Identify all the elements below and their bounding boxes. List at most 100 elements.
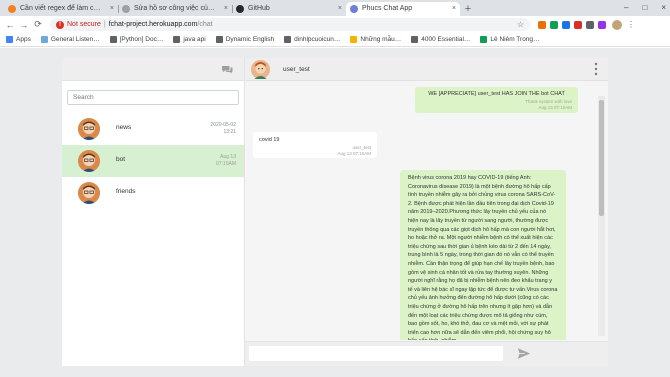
bookmark-item[interactable]: Dynamic English	[215, 36, 274, 43]
bookmark-label: Lê Niêm Trong…	[490, 36, 540, 43]
contact-time: 13:21	[223, 129, 236, 135]
extension-icon[interactable]	[550, 20, 558, 29]
message-bubble-outgoing: Bệnh virus corona 2019 hay COVID-19 (tiế…	[400, 170, 566, 340]
message-scrollbar[interactable]	[598, 96, 605, 336]
bookmark-favicon-icon	[109, 36, 117, 43]
not-secure-warning-icon: !	[56, 20, 64, 29]
page-viewport: news 2020-05-02 13:21 bot Aug 13 07:10AM	[0, 48, 670, 377]
extension-icon[interactable]	[562, 20, 570, 29]
bookmark-favicon-icon	[40, 36, 48, 43]
contact-item-bot[interactable]: bot Aug 13 07:10AM	[62, 145, 244, 177]
browser-tab[interactable]: Sửa hồ sơ công việc của… ×	[118, 2, 232, 16]
contact-timestamp: Aug 13 07:10AM	[216, 154, 236, 168]
conversation-sidebar: news 2020-05-02 13:21 bot Aug 13 07:10AM	[62, 58, 245, 366]
security-label: Not secure	[67, 21, 101, 28]
close-tab-icon[interactable]: ×	[338, 2, 342, 16]
contact-time: 07:10AM	[215, 161, 236, 167]
sidebar-header	[62, 58, 244, 81]
bookmarks-bar: Apps General Listen… [Python] Doc… java …	[0, 33, 670, 47]
avatar	[78, 118, 100, 140]
bookmark-item[interactable]: [Python] Doc…	[109, 36, 164, 43]
extension-icon[interactable]	[586, 20, 594, 29]
bookmark-favicon-icon	[215, 36, 223, 43]
extension-icon[interactable]	[538, 20, 546, 29]
browser-tab-strip: Cần viết regex để làm c… × Sửa hồ sơ côn…	[0, 0, 670, 16]
window-controls: – □ ×	[624, 0, 666, 16]
send-icon[interactable]	[517, 347, 531, 360]
forward-icon[interactable]: →	[18, 20, 30, 30]
browser-tab-active[interactable]: Phucs Chat App ×	[346, 2, 460, 16]
bookmark-favicon-icon	[173, 36, 181, 43]
bookmark-item[interactable]: General Listen…	[40, 36, 100, 43]
bookmark-label: Apps	[16, 36, 31, 43]
back-icon[interactable]: ←	[4, 20, 16, 30]
bookmark-item[interactable]: dinhlpcuoicun…	[284, 36, 340, 43]
avatar	[78, 182, 100, 204]
chat-bubbles-icon[interactable]	[222, 65, 233, 74]
contact-date: 2020-05-02	[210, 122, 236, 128]
contact-name: friends	[116, 188, 136, 195]
bookmark-favicon-icon	[480, 36, 488, 43]
contact-timestamp: 2020-05-02 13:21	[210, 122, 236, 136]
tab-title: Sửa hồ sơ công việc của…	[134, 5, 218, 12]
message-text: covid 19	[259, 137, 280, 143]
bookmark-favicon-icon	[350, 36, 358, 43]
bookmark-favicon-icon	[284, 36, 292, 43]
tab-title: GitHub	[248, 5, 270, 12]
new-tab-button[interactable]: +	[460, 2, 476, 16]
contact-item-news[interactable]: news 2020-05-02 13:21	[62, 113, 244, 145]
avatar	[78, 150, 100, 172]
message-bubble-incoming: covid 19 user_test Aug 13 07:10AM	[253, 132, 377, 158]
address-bar[interactable]: ! Not secure | fchat-project.herokuapp.c…	[50, 18, 530, 31]
browser-menu-icon[interactable]: ⋮	[627, 20, 635, 29]
user-avatar[interactable]	[251, 60, 270, 79]
chat-panel: user_test WE [APPRECIATE] user_test HAS …	[245, 58, 608, 366]
bookmark-favicon-icon	[411, 36, 419, 43]
stackoverflow-favicon-icon	[8, 5, 16, 13]
bookmark-item[interactable]: Lê Niêm Trong…	[480, 36, 540, 43]
apps-grid-icon	[6, 36, 13, 43]
contact-item-friends[interactable]: friends	[62, 177, 244, 209]
tab-title: Phucs Chat App	[362, 5, 413, 12]
message-time: Aug 13 07:10AM	[337, 150, 371, 156]
reload-icon[interactable]: ⟳	[32, 19, 44, 30]
scrollbar-thumb[interactable]	[599, 100, 604, 216]
close-tab-icon[interactable]: ×	[452, 2, 456, 16]
github-favicon-icon	[236, 5, 244, 13]
browser-tab[interactable]: Cần viết regex để làm c… ×	[4, 2, 118, 16]
extension-icons	[538, 20, 606, 29]
contact-list: news 2020-05-02 13:21 bot Aug 13 07:10AM	[62, 113, 244, 209]
browser-tab[interactable]: GitHub ×	[232, 2, 346, 16]
extension-icon[interactable]	[574, 20, 582, 29]
bookmark-label: java api	[183, 36, 206, 43]
bookmark-item[interactable]: java api	[173, 36, 206, 43]
compose-bar	[245, 341, 608, 366]
maximize-icon[interactable]: □	[642, 0, 647, 16]
contact-date: Aug 13	[220, 154, 236, 160]
browser-toolbar: ← → ⟳ ! Not secure | fchat-project.herok…	[0, 16, 670, 33]
bookmark-star-icon[interactable]: ☆	[517, 20, 524, 29]
bookmark-label: General Listen…	[50, 36, 100, 43]
globe-favicon-icon	[350, 5, 358, 13]
chat-user-name: user_test	[283, 66, 310, 73]
more-options-icon[interactable]	[594, 62, 598, 76]
bookmark-label: [Python] Doc…	[119, 36, 164, 43]
bookmark-item[interactable]: Apps	[6, 36, 31, 43]
bookmark-label: 4000 Essential…	[421, 36, 471, 43]
address-separator: |	[103, 21, 106, 28]
bookmark-label: Những mẫu…	[360, 36, 402, 43]
minimize-icon[interactable]: –	[624, 0, 628, 16]
bookmark-item[interactable]: 4000 Essential…	[411, 36, 470, 43]
close-window-icon[interactable]: ×	[661, 0, 666, 16]
profile-avatar[interactable]	[612, 19, 622, 30]
extension-icon[interactable]	[598, 20, 606, 29]
close-tab-icon[interactable]: ×	[224, 2, 228, 16]
page-favicon-icon	[122, 5, 130, 13]
close-tab-icon[interactable]: ×	[110, 2, 114, 16]
message-bubble-outgoing: WE [APPRECIATE] user_test HAS JOIN THE b…	[415, 87, 578, 113]
search-input[interactable]	[67, 90, 239, 105]
message-input[interactable]	[249, 346, 503, 361]
url-path: /chat	[197, 21, 213, 28]
message-time: Aug 13 07:10AM	[538, 104, 572, 110]
bookmark-item[interactable]: Những mẫu…	[350, 36, 401, 43]
